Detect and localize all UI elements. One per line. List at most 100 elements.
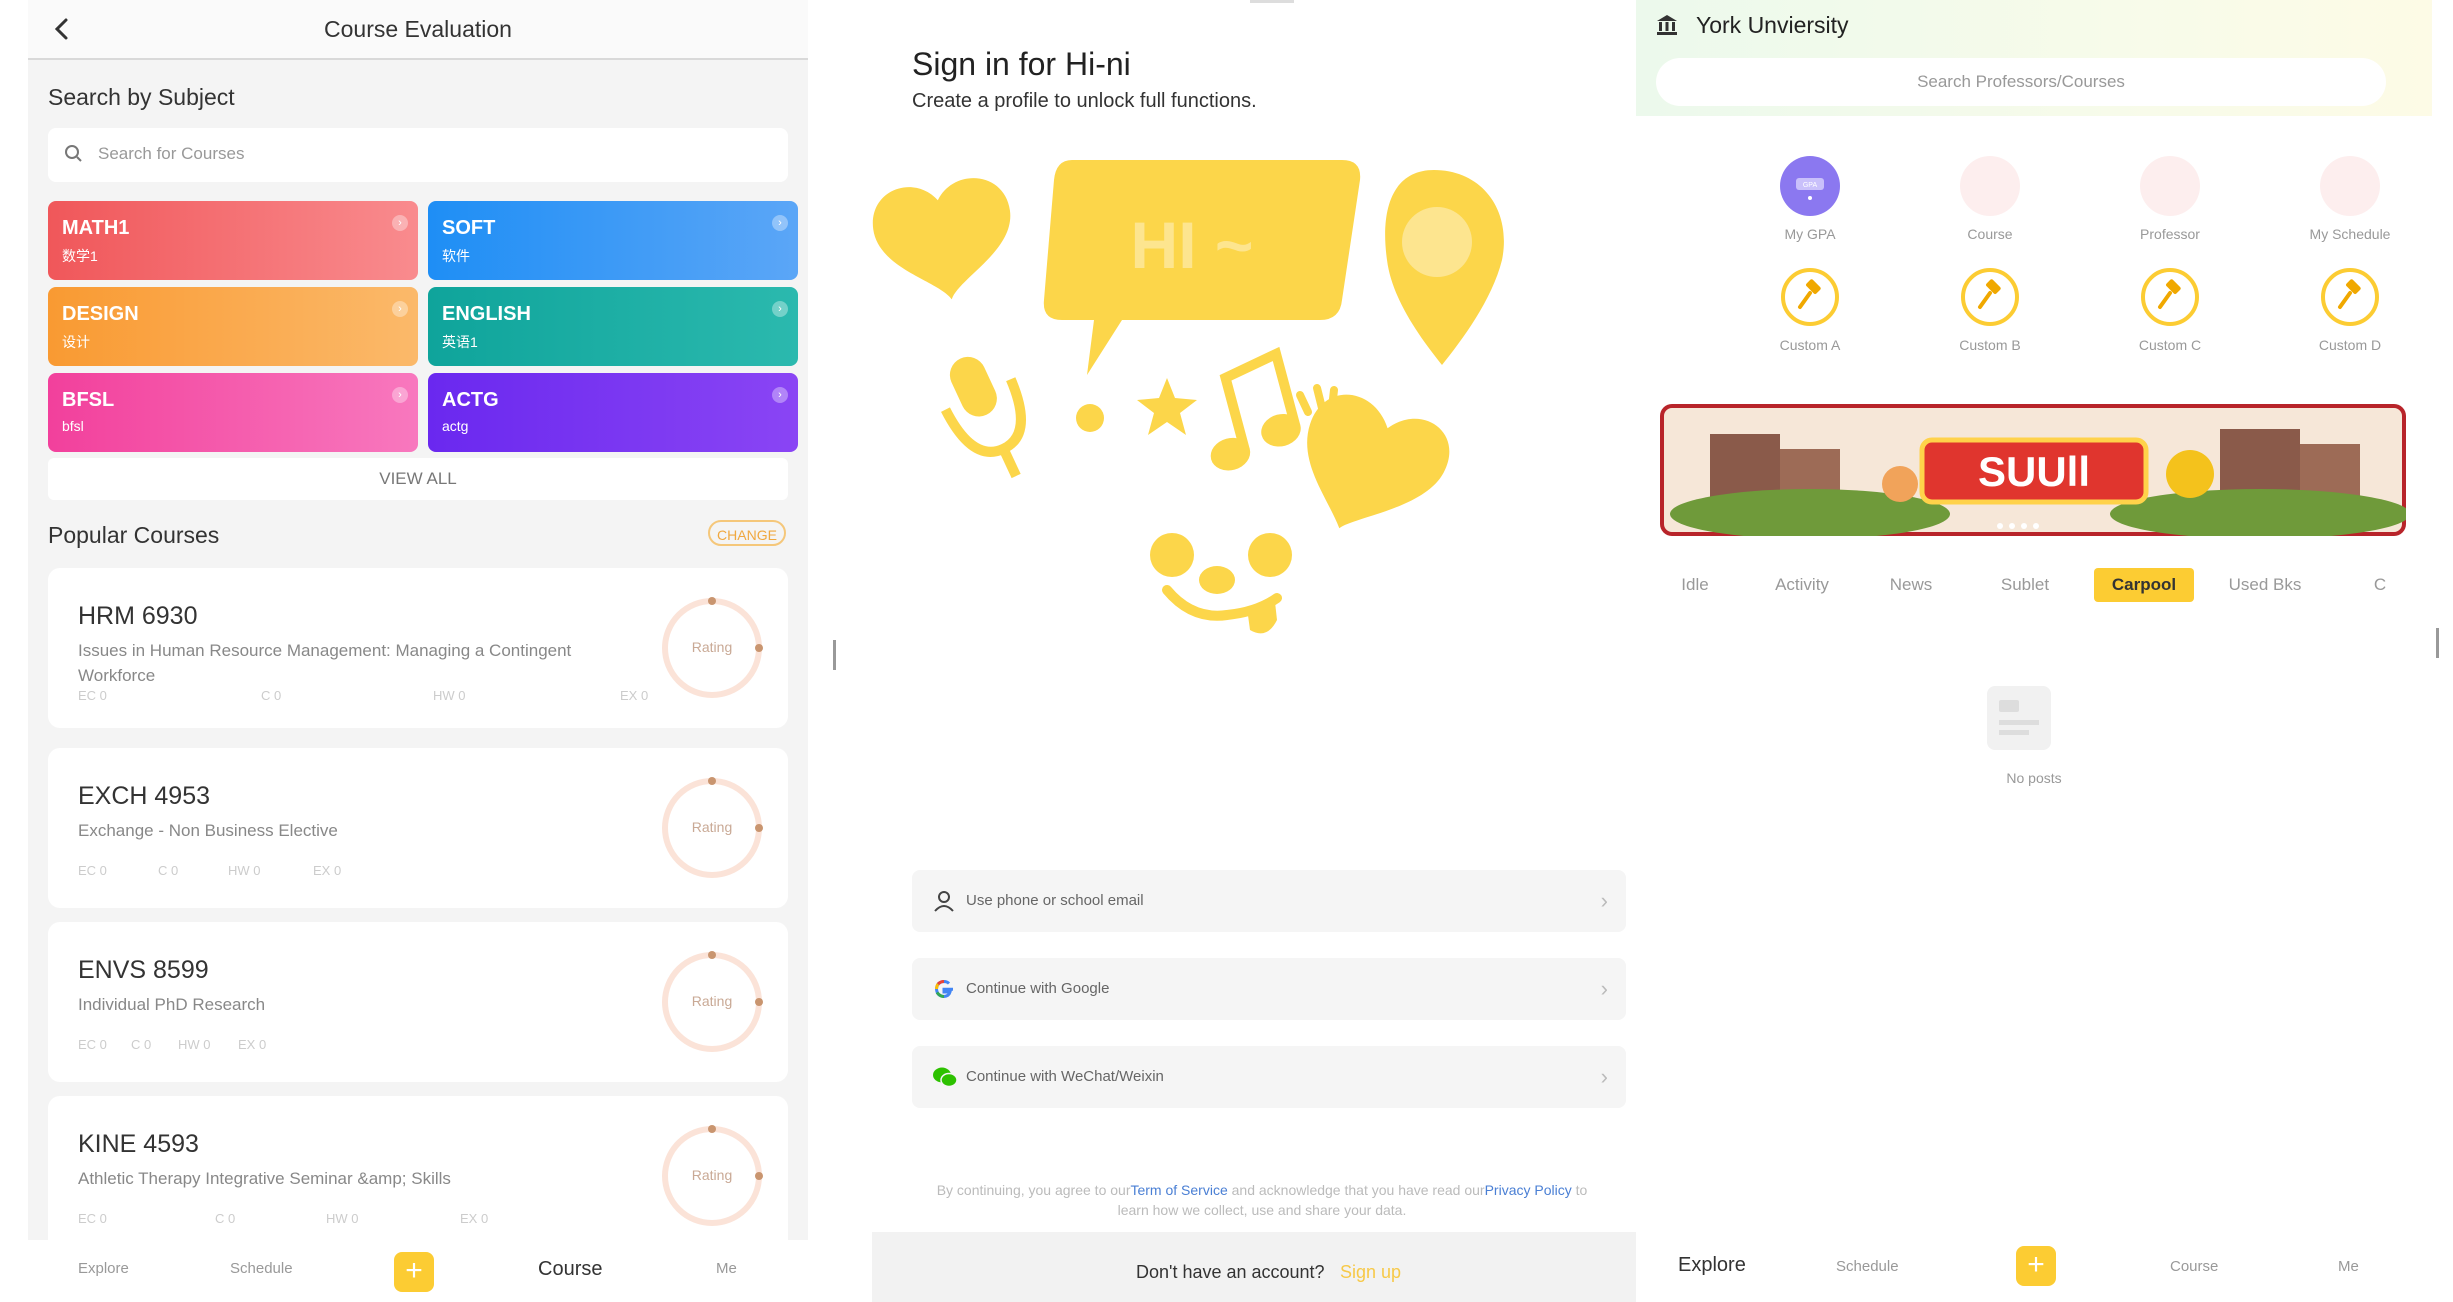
bubble-text: HI ~ bbox=[1131, 208, 1254, 282]
subject-tile-actg[interactable]: ACTG actg › bbox=[428, 373, 798, 452]
phone-email-signin-button[interactable]: Use phone or school email › bbox=[912, 870, 1626, 932]
terms-of-service-link[interactable]: Term of Service bbox=[1130, 1182, 1227, 1198]
rating-ring: Rating bbox=[660, 1124, 764, 1228]
stat-c: C 0 bbox=[215, 1211, 236, 1226]
function-custom-a[interactable]: Custom A bbox=[1750, 267, 1870, 353]
subject-subtitle: actg bbox=[442, 418, 469, 434]
professor-icon bbox=[2140, 156, 2200, 216]
course-card[interactable]: HRM 6930 Issues in Human Resource Manage… bbox=[48, 568, 788, 728]
bottom-tab-bar: Explore Schedule + Course Me bbox=[1636, 1232, 2432, 1302]
bottom-tab-bar: Explore Schedule + Course Me bbox=[28, 1240, 808, 1302]
course-code: HRM 6930 bbox=[78, 602, 198, 630]
privacy-policy-link[interactable]: Privacy Policy bbox=[1485, 1182, 1572, 1198]
function-custom-b[interactable]: Custom B bbox=[1930, 267, 2050, 353]
terms-text: and acknowledge that you have read our bbox=[1227, 1182, 1485, 1198]
function-label: Professor bbox=[2140, 226, 2200, 242]
promo-banner[interactable]: SUUll bbox=[1660, 404, 2406, 536]
hammer-icon bbox=[2320, 267, 2380, 327]
speech-bubble-icon: HI ~ bbox=[1043, 160, 1361, 375]
heart-icon bbox=[872, 178, 1011, 300]
tab-course[interactable]: Course bbox=[538, 1258, 602, 1281]
subject-tile-bfsl[interactable]: BFSL bfsl › bbox=[48, 373, 418, 452]
category-tab-news[interactable]: News bbox=[1876, 568, 1946, 602]
function-my-gpa[interactable]: GPA My GPA bbox=[1750, 156, 1870, 242]
stat-ec: EC 0 bbox=[78, 1037, 107, 1052]
category-tab-idle[interactable]: Idle bbox=[1660, 568, 1730, 602]
signin-subtitle: Create a profile to unlock full function… bbox=[912, 90, 1257, 112]
gpa-badge-text: GPA bbox=[1803, 182, 1818, 189]
category-tab-activity[interactable]: Activity bbox=[1762, 568, 1842, 602]
university-name[interactable]: York Unviersity bbox=[1696, 12, 1849, 39]
wechat-signin-button[interactable]: Continue with WeChat/Weixin › bbox=[912, 1046, 1626, 1108]
function-label: Custom B bbox=[1959, 337, 2021, 353]
category-tab-carpool[interactable]: Carpool bbox=[2094, 568, 2194, 602]
tab-me[interactable]: Me bbox=[716, 1260, 737, 1277]
stat-c: C 0 bbox=[261, 688, 282, 703]
category-tab-more[interactable]: C bbox=[2368, 568, 2392, 602]
no-account-text: Don't have an account? bbox=[1136, 1262, 1325, 1282]
view-all-button[interactable]: VIEW ALL bbox=[48, 458, 788, 500]
function-custom-d[interactable]: Custom D bbox=[2290, 267, 2410, 353]
tab-schedule[interactable]: Schedule bbox=[230, 1260, 293, 1277]
subject-tile-math1[interactable]: MATH1 数学1 › bbox=[48, 201, 418, 280]
function-custom-c[interactable]: Custom C bbox=[2110, 267, 2230, 353]
rating-label: Rating bbox=[691, 819, 733, 835]
gpa-icon: GPA bbox=[1780, 156, 1840, 216]
function-course[interactable]: Course bbox=[1930, 156, 2050, 242]
tab-course[interactable]: Course bbox=[2170, 1258, 2218, 1275]
chevron-right-icon: › bbox=[1600, 976, 1608, 1001]
button-label: Continue with Google bbox=[966, 980, 1110, 997]
category-tab-sublet[interactable]: Sublet bbox=[1990, 568, 2060, 602]
function-label: My GPA bbox=[1784, 226, 1836, 242]
course-card[interactable]: KINE 4593 Athletic Therapy Integrative S… bbox=[48, 1096, 788, 1256]
divider-handle[interactable] bbox=[2436, 628, 2439, 658]
change-button[interactable]: CHANGE bbox=[708, 520, 786, 546]
search-icon bbox=[64, 144, 84, 164]
search-input[interactable]: Search Professors/Courses bbox=[1656, 58, 2386, 106]
add-button[interactable]: + bbox=[2016, 1246, 2056, 1286]
stat-ex: EX 0 bbox=[313, 863, 342, 878]
hi-illustration: HI ~ bbox=[872, 160, 1504, 634]
add-button[interactable]: + bbox=[394, 1252, 434, 1292]
subject-subtitle: bfsl bbox=[62, 418, 84, 434]
hammer-icon bbox=[1780, 267, 1840, 327]
subject-subtitle: 数学1 bbox=[62, 248, 98, 264]
stat-c: C 0 bbox=[158, 863, 179, 878]
tab-explore[interactable]: Explore bbox=[78, 1260, 129, 1277]
chevron-right-icon: › bbox=[392, 301, 408, 317]
search-input[interactable]: Search for Courses bbox=[48, 128, 788, 182]
category-tab-used-books[interactable]: Used Bks bbox=[2220, 568, 2310, 602]
function-my-schedule[interactable]: My Schedule bbox=[2290, 156, 2410, 242]
function-label: Custom C bbox=[2138, 337, 2202, 353]
function-label: Custom D bbox=[2318, 337, 2382, 353]
tab-explore[interactable]: Explore bbox=[1678, 1254, 1746, 1277]
course-evaluation-panel: Course Evaluation Search by Subject Sear… bbox=[28, 0, 808, 1302]
hammer-icon bbox=[1960, 267, 2020, 327]
course-card[interactable]: EXCH 4953 Exchange - Non Business Electi… bbox=[48, 748, 788, 908]
chevron-right-icon: › bbox=[1600, 1064, 1608, 1089]
stat-ex: EX 0 bbox=[460, 1211, 489, 1226]
tab-schedule[interactable]: Schedule bbox=[1836, 1258, 1899, 1275]
tab-me[interactable]: Me bbox=[2338, 1258, 2359, 1275]
subject-tile-design[interactable]: DESIGN 设计 › bbox=[48, 287, 418, 366]
stat-hw: HW 0 bbox=[433, 688, 466, 703]
button-label: Use phone or school email bbox=[966, 892, 1144, 909]
function-professor[interactable]: Professor bbox=[2110, 156, 2230, 242]
google-signin-button[interactable]: Continue with Google › bbox=[912, 958, 1626, 1020]
subject-tile-soft[interactable]: SOFT 软件 › bbox=[428, 201, 798, 280]
rating-label: Rating bbox=[691, 1167, 733, 1183]
sign-up-link[interactable]: Sign up bbox=[1340, 1262, 1401, 1283]
subject-tile-english[interactable]: ENGLISH 英语1 › bbox=[428, 287, 798, 366]
terms-notice: By continuing, you agree to ourTerm of S… bbox=[932, 1180, 1592, 1220]
hammer-icon bbox=[2140, 267, 2200, 327]
heart-icon bbox=[1296, 384, 1450, 529]
course-name: Athletic Therapy Integrative Seminar &am… bbox=[78, 1169, 451, 1188]
course-card[interactable]: ENVS 8599 Individual PhD Research EC 0 C… bbox=[48, 922, 788, 1082]
university-icon bbox=[1654, 12, 1680, 38]
google-icon bbox=[932, 977, 956, 1001]
stat-ec: EC 0 bbox=[78, 863, 107, 878]
divider-handle[interactable] bbox=[833, 640, 836, 670]
chevron-right-icon: › bbox=[1600, 888, 1608, 913]
stat-hw: HW 0 bbox=[228, 863, 261, 878]
course-code: ENVS 8599 bbox=[78, 956, 209, 984]
